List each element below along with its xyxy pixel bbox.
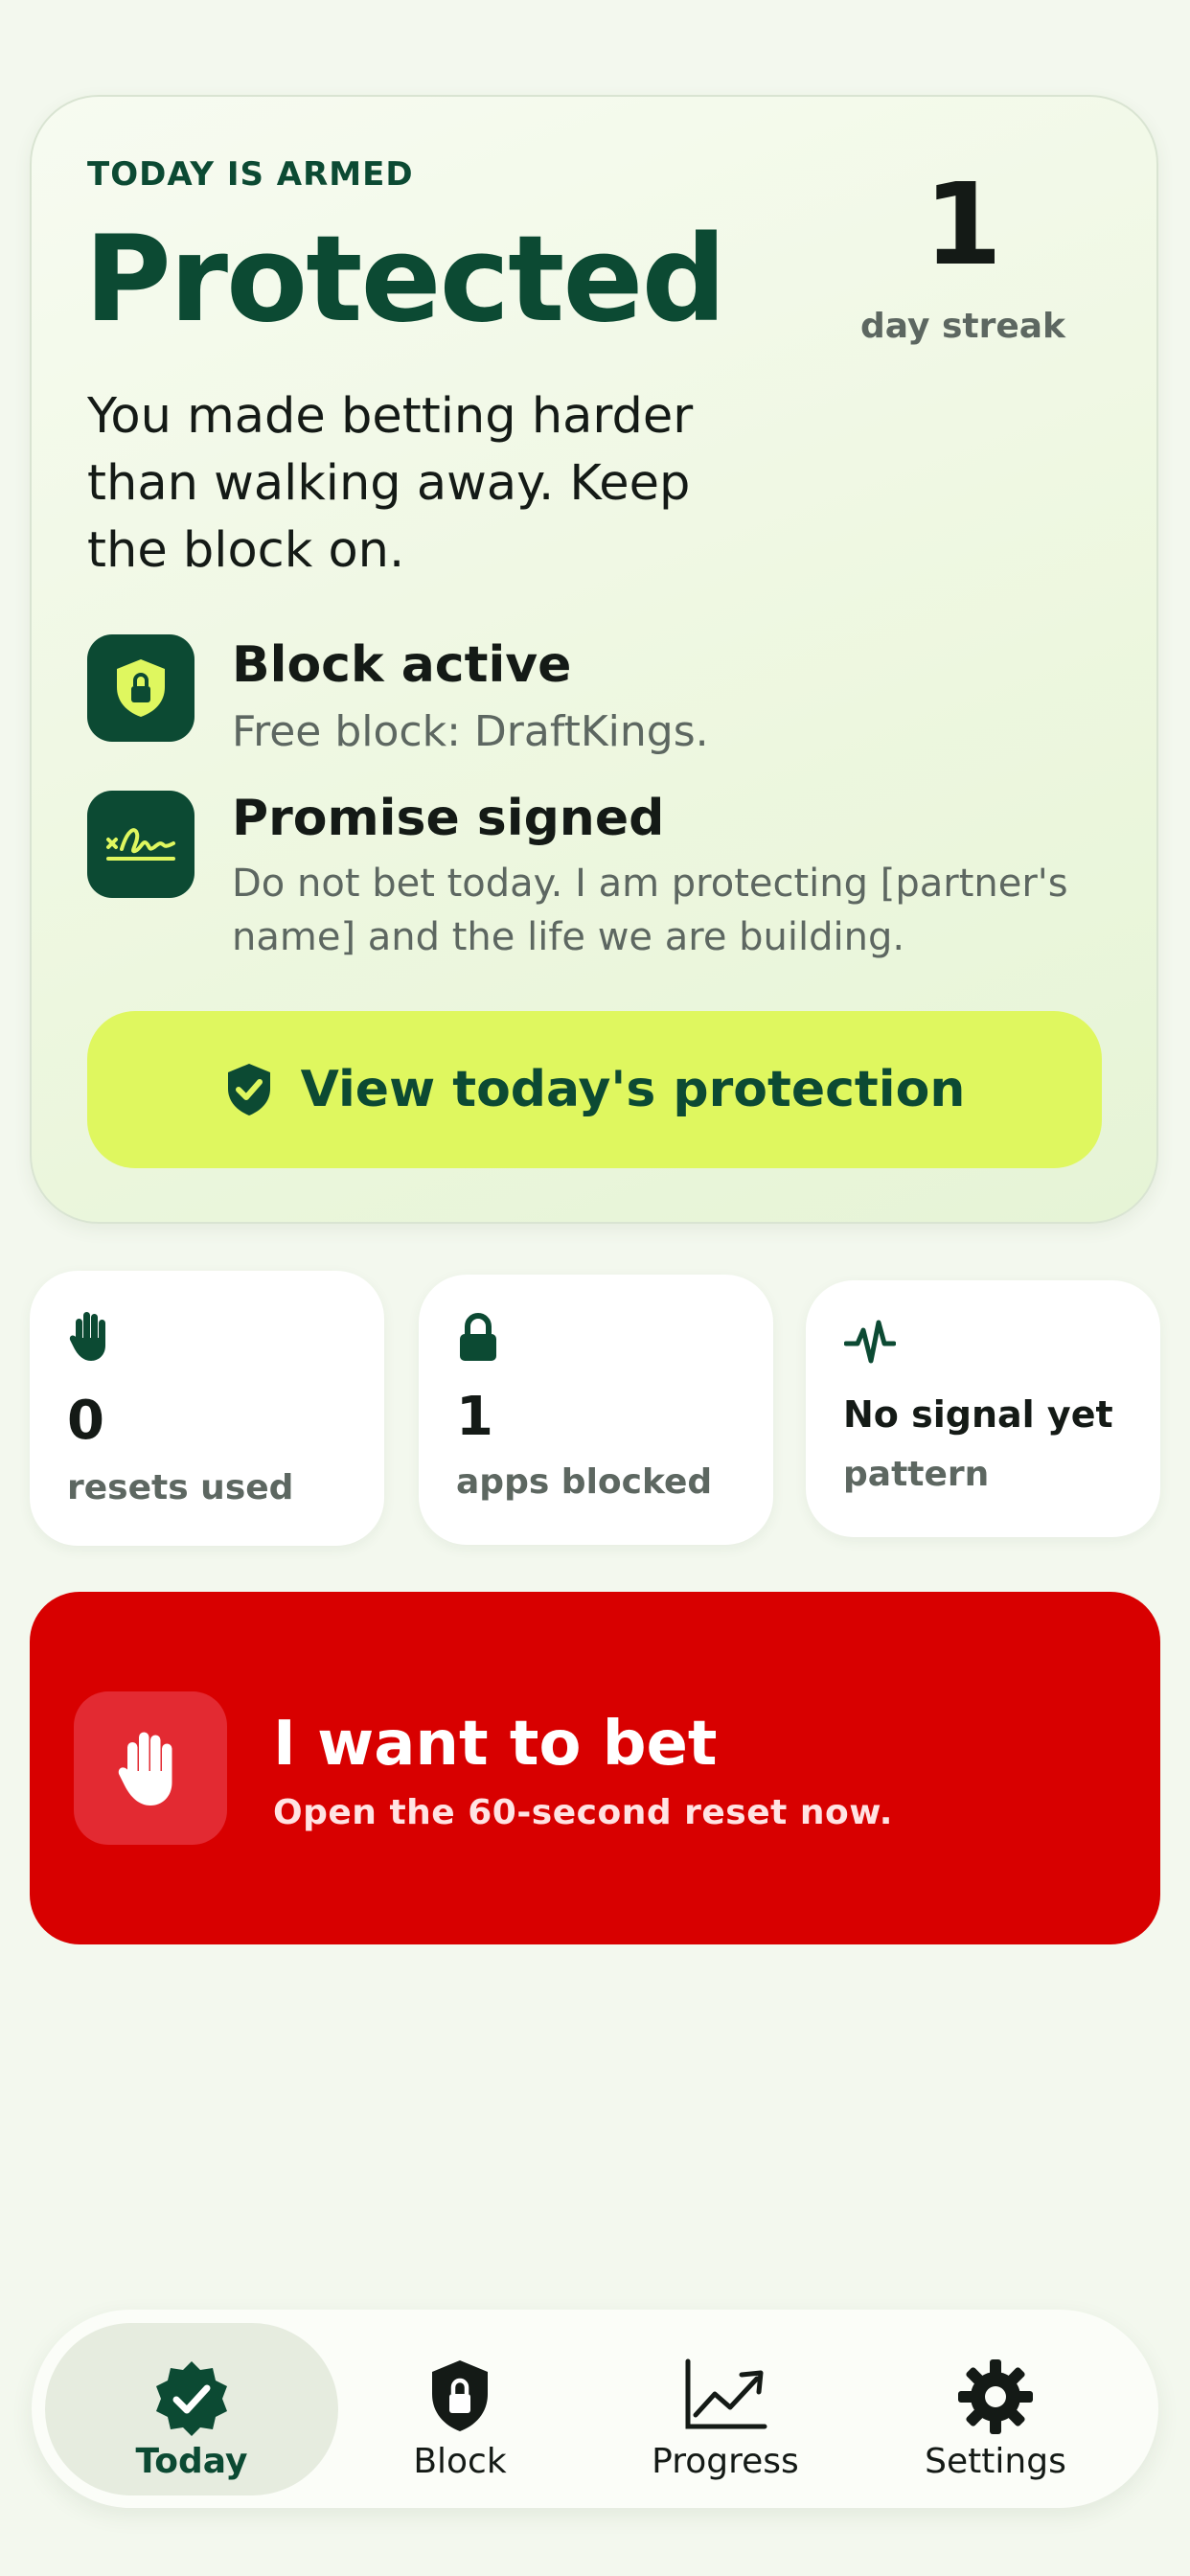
tab-today-label: Today [135, 2442, 248, 2481]
block-active-detail: Free block: DraftKings. [232, 707, 709, 756]
trend-chart-icon [579, 2358, 872, 2432]
signature-icon [87, 791, 195, 898]
pulse-icon [843, 1319, 897, 1370]
view-protection-button[interactable]: View today's protection [87, 1011, 1102, 1168]
stat-card-apps: 1 apps blocked [419, 1275, 773, 1545]
promise-signed-title: Promise signed [232, 790, 665, 847]
hero-subtitle: You made betting harder than walking awa… [87, 388, 694, 579]
tab-progress-label: Progress [652, 2442, 799, 2481]
tab-today[interactable]: Today [45, 2323, 338, 2496]
bet-subtitle: Open the 60-second reset now. [273, 1793, 893, 1832]
hand-stop-icon [74, 1691, 227, 1845]
page-title: Protected [84, 211, 726, 349]
streak-label: day streak [860, 307, 1065, 346]
streak-count: 1 [923, 158, 1003, 290]
tab-block[interactable]: Block [313, 2323, 606, 2496]
bottom-tab-bar: Today Block Progress Settings [32, 2310, 1158, 2508]
shield-check-icon [227, 1064, 270, 1116]
tab-settings[interactable]: Settings [849, 2323, 1142, 2496]
hand-icon [68, 1309, 114, 1367]
pattern-label: pattern [843, 1455, 990, 1494]
block-active-title: Block active [232, 636, 572, 694]
shield-lock-icon [87, 634, 195, 742]
verified-badge-icon [45, 2358, 338, 2442]
promise-text: Do not bet today. I am protecting [partn… [232, 862, 1068, 959]
tab-block-label: Block [413, 2442, 507, 2481]
tab-progress[interactable]: Progress [579, 2323, 872, 2496]
apps-blocked-label: apps blocked [456, 1462, 713, 1502]
lock-icon [457, 1313, 499, 1367]
status-eyebrow: TODAY IS ARMED [87, 155, 414, 194]
stat-card-resets: 0 resets used [30, 1271, 384, 1546]
shield-lock-icon [313, 2358, 606, 2434]
apps-blocked-count: 1 [456, 1386, 493, 1448]
pattern-value: No signal yet [843, 1393, 1113, 1436]
resets-count: 0 [67, 1390, 104, 1452]
stat-card-pattern: No signal yet pattern [806, 1280, 1160, 1537]
resets-label: resets used [67, 1468, 294, 1507]
bet-title: I want to bet [273, 1709, 718, 1780]
tab-settings-label: Settings [925, 2442, 1066, 2481]
i-want-to-bet-button[interactable]: I want to bet Open the 60-second reset n… [30, 1592, 1160, 1944]
gear-icon [849, 2358, 1142, 2436]
view-protection-label: View today's protection [300, 1061, 966, 1118]
